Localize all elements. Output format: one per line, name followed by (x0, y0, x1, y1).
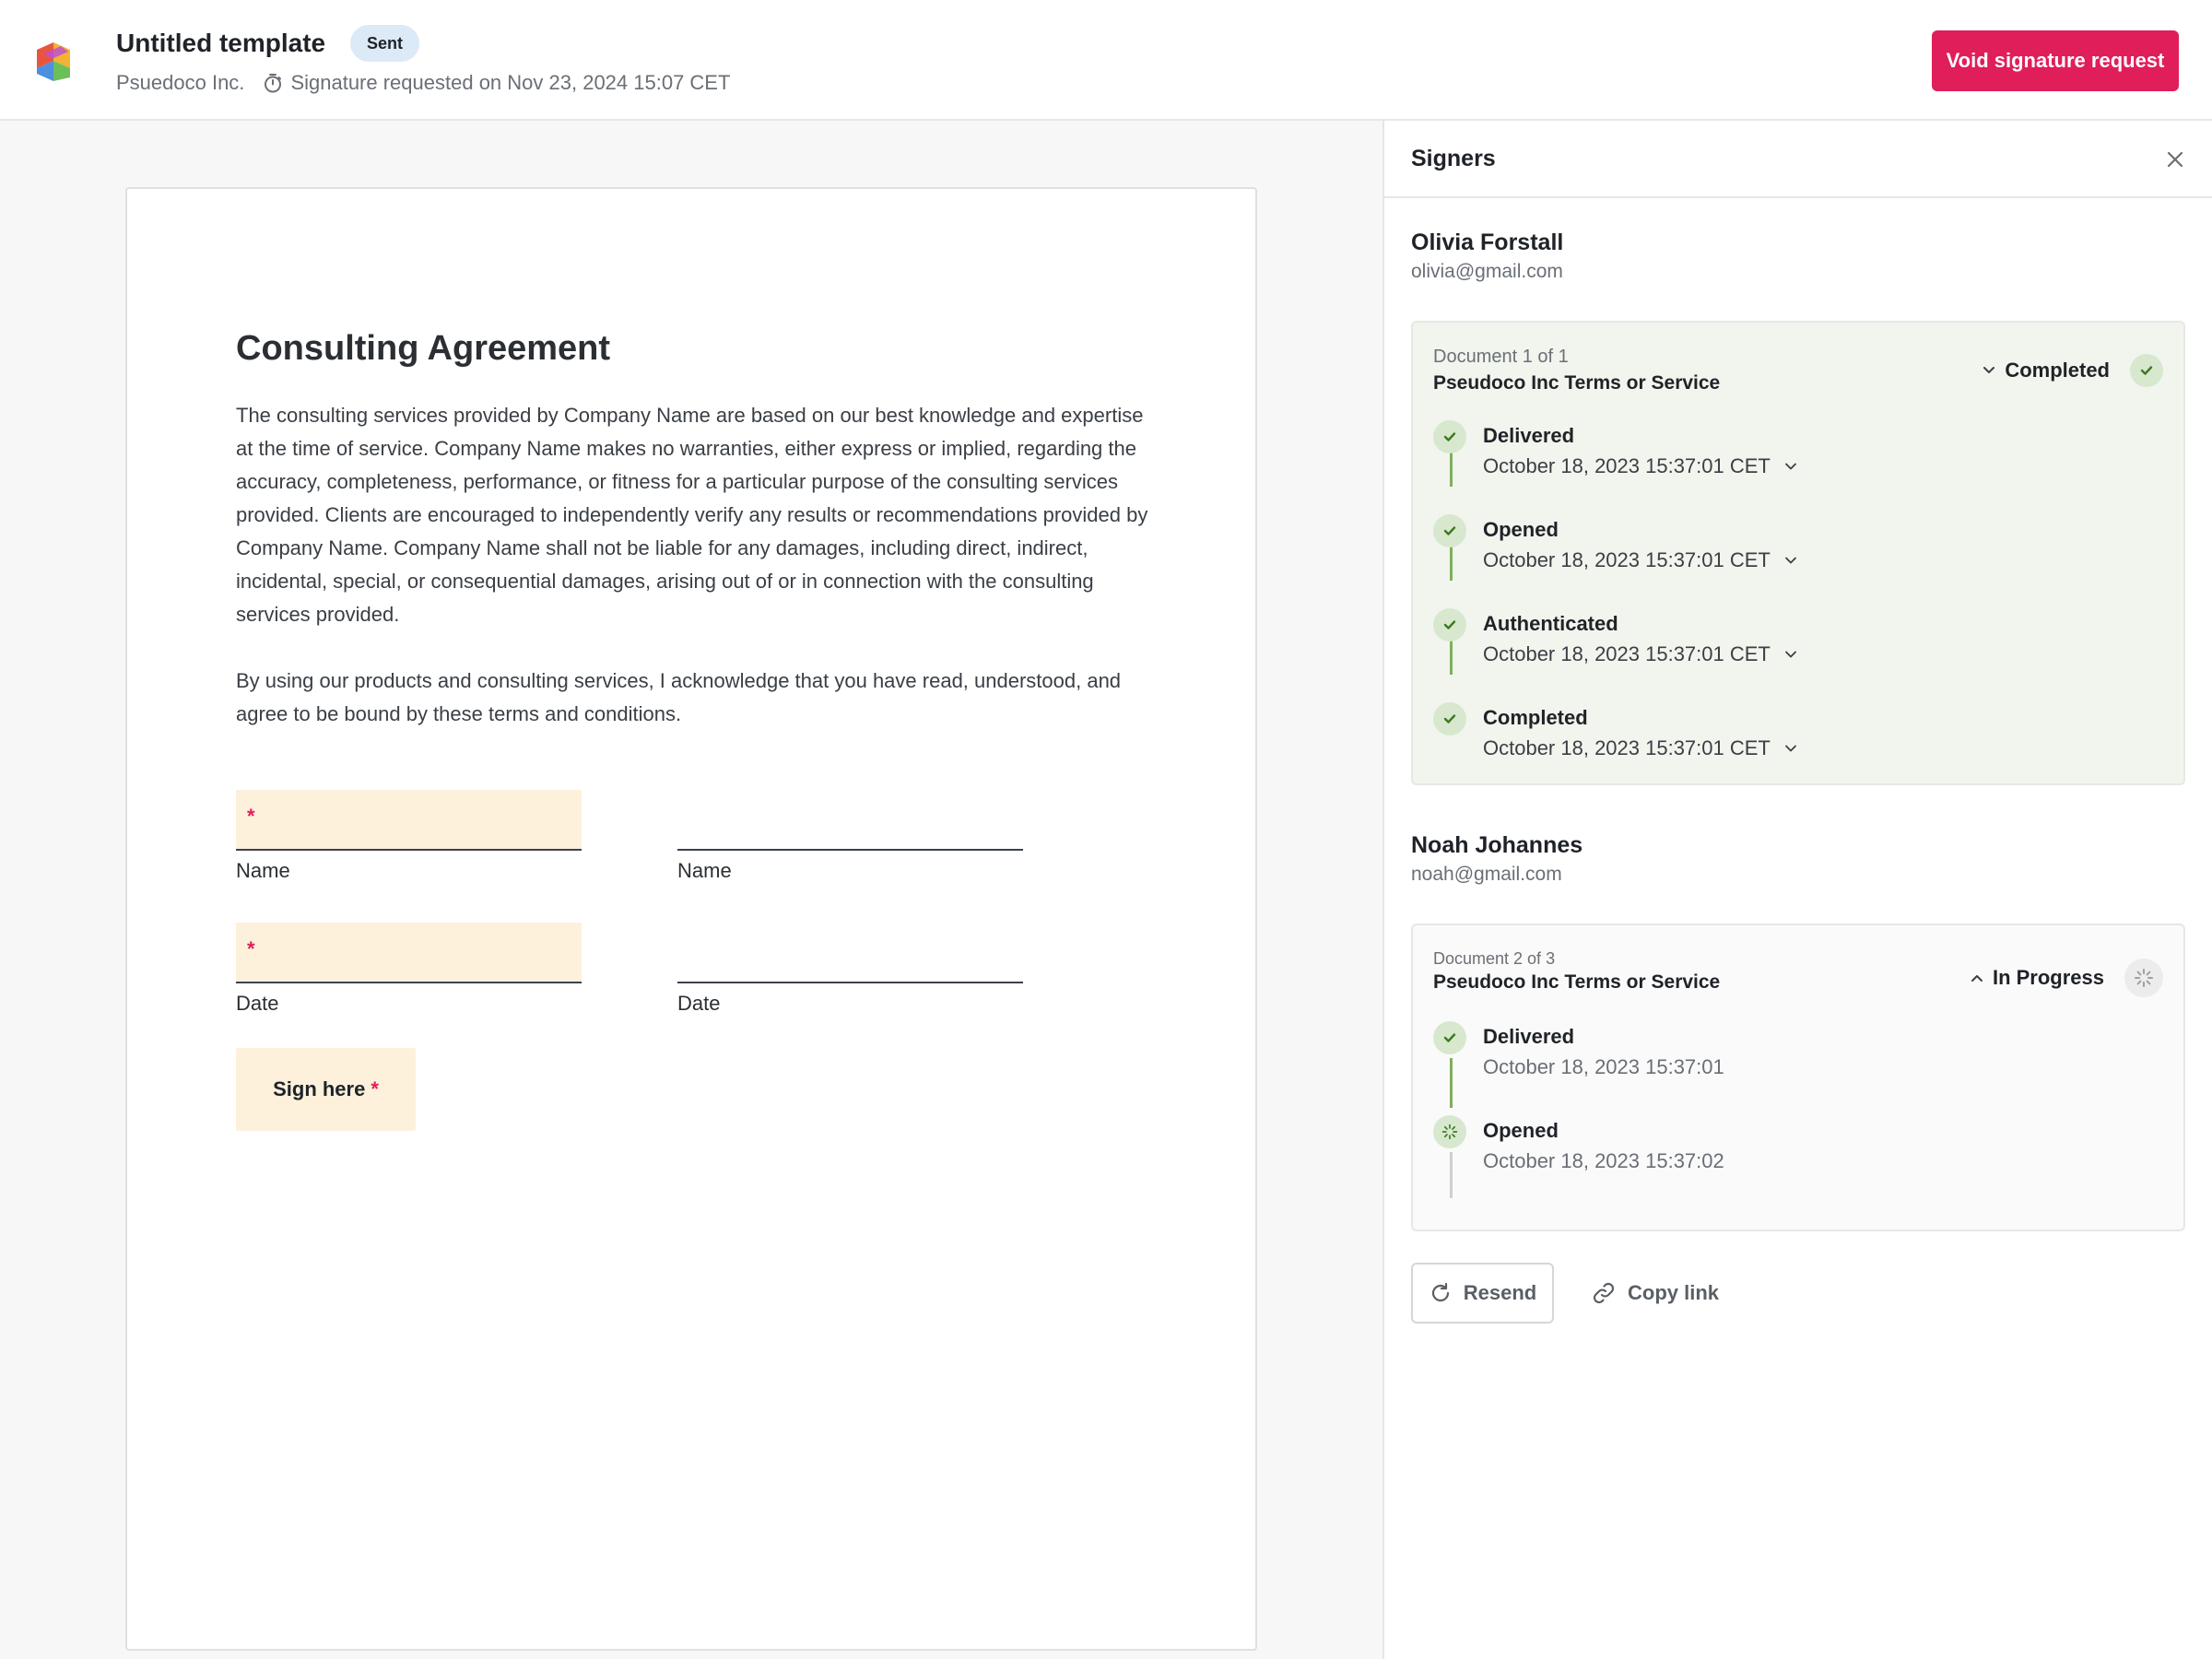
panel-title: Signers (1411, 146, 1496, 171)
timeline-connector (1450, 1152, 1453, 1198)
loading-spinner-icon (1433, 1115, 1466, 1148)
void-signature-request-button[interactable]: Void signature request (1932, 30, 2179, 91)
name-field-label: Name (677, 859, 732, 882)
app-logo-icon (37, 42, 70, 81)
refresh-icon (1431, 1282, 1449, 1302)
company-name: Psuedoco Inc. (116, 71, 245, 94)
document-index: Document 2 of 3 (1433, 949, 1556, 968)
status-toggle[interactable]: In Progress (1969, 959, 2163, 997)
timer-icon (265, 74, 282, 93)
document-page: Consulting Agreement The consulting serv… (125, 187, 1257, 1651)
signers-panel: Signers Olivia Forstall olivia@gmail.com… (1382, 121, 2212, 1659)
check-icon (1433, 702, 1466, 735)
request-timestamp: Signature requested on Nov 23, 2024 15:0… (263, 71, 730, 95)
status-label: In Progress (1992, 966, 2104, 989)
link-icon (1593, 1282, 1615, 1304)
date-field-label: Date (236, 992, 279, 1015)
status-label: Completed (2005, 359, 2110, 382)
check-icon (1433, 420, 1466, 453)
resend-label: Resend (1463, 1281, 1537, 1304)
chevron-down-icon (1784, 745, 1796, 752)
panel-header: Signers (1384, 121, 2212, 198)
date-field-signer-1[interactable]: * (236, 923, 582, 983)
loading-spinner-icon (2124, 959, 2163, 997)
event-label: Authenticated (1483, 612, 1618, 635)
check-icon (1433, 1021, 1466, 1054)
document-paragraph: The consulting services provided by Comp… (236, 404, 1148, 626)
copy-link-button[interactable]: Copy link (1591, 1263, 1719, 1324)
request-meta: Psuedoco Inc. Signature requested on Nov… (116, 71, 730, 95)
required-mark: * (247, 805, 255, 828)
date-field-label: Date (677, 992, 721, 1015)
document-status-card: Document 1 of 1 Pseudoco Inc Terms or Se… (1411, 321, 2185, 785)
name-field-signer-1[interactable]: * (236, 790, 582, 851)
document-index: Document 1 of 1 (1433, 347, 1569, 367)
required-mark: * (371, 1077, 379, 1100)
event-time-text: October 18, 2023 15:37:01 CET (1483, 548, 1771, 571)
request-timestamp-text: Signature requested on Nov 23, 2024 15:0… (290, 71, 731, 94)
name-field-signer-2 (677, 790, 1023, 851)
signer-name: Olivia Forstall (1411, 229, 1564, 255)
sign-here-button[interactable]: Sign here * (236, 1048, 416, 1131)
signer-email: olivia@gmail.com (1411, 261, 1563, 282)
top-bar: Untitled template Sent Psuedoco Inc. Sig… (0, 0, 2212, 121)
document-viewer[interactable]: Consulting Agreement The consulting serv… (0, 121, 1382, 1659)
status-toggle[interactable]: Completed (1981, 354, 2163, 387)
document-title: Consulting Agreement (236, 329, 611, 368)
chevron-down-icon (1983, 367, 1995, 373)
sign-here-label: Sign here (273, 1077, 366, 1100)
resend-button[interactable]: Resend (1411, 1263, 1554, 1324)
signer-email: noah@gmail.com (1411, 864, 1562, 885)
event-time: October 18, 2023 15:37:02 (1483, 1149, 1724, 1172)
page-title: Untitled template (116, 29, 326, 57)
document-status-card: Document 2 of 3 Pseudoco Inc Terms or Se… (1411, 924, 2185, 1231)
event-time[interactable]: October 18, 2023 15:37:01 CET (1483, 454, 1798, 478)
event-time-text: October 18, 2023 15:37:01 CET (1483, 642, 1771, 665)
event-label: Completed (1483, 706, 1588, 729)
event-label: Opened (1483, 1119, 1559, 1142)
required-mark: * (247, 937, 255, 960)
check-icon (1433, 514, 1466, 547)
copy-link-label: Copy link (1628, 1281, 1720, 1304)
chevron-down-icon (1784, 651, 1796, 658)
event-label: Opened (1483, 518, 1559, 541)
chevron-down-icon (1784, 463, 1796, 470)
event-label: Delivered (1483, 424, 1575, 447)
event-label: Delivered (1483, 1025, 1575, 1048)
document-name: Pseudoco Inc Terms or Service (1433, 971, 1721, 993)
document-paragraph: By using our products and consulting ser… (236, 669, 1122, 725)
event-time-text: October 18, 2023 15:37:01 CET (1483, 454, 1771, 477)
document-name: Pseudoco Inc Terms or Service (1433, 372, 1721, 394)
event-time[interactable]: October 18, 2023 15:37:01 CET (1483, 736, 1798, 760)
event-time[interactable]: October 18, 2023 15:37:01 CET (1483, 642, 1798, 666)
event-time[interactable]: October 18, 2023 15:37:01 CET (1483, 548, 1798, 572)
event-time: October 18, 2023 15:37:01 (1483, 1055, 1724, 1078)
close-icon[interactable] (2162, 147, 2188, 172)
chevron-up-icon (1971, 975, 1983, 982)
signer-name: Noah Johannes (1411, 832, 1583, 858)
status-badge: Sent (350, 25, 420, 62)
name-field-label: Name (236, 859, 290, 882)
chevron-down-icon (1784, 557, 1796, 564)
timeline-connector (1450, 1058, 1453, 1108)
completed-check-icon (2130, 354, 2163, 387)
event-time-text: October 18, 2023 15:37:01 CET (1483, 736, 1771, 759)
date-field-signer-2 (677, 923, 1023, 983)
check-icon (1433, 608, 1466, 641)
